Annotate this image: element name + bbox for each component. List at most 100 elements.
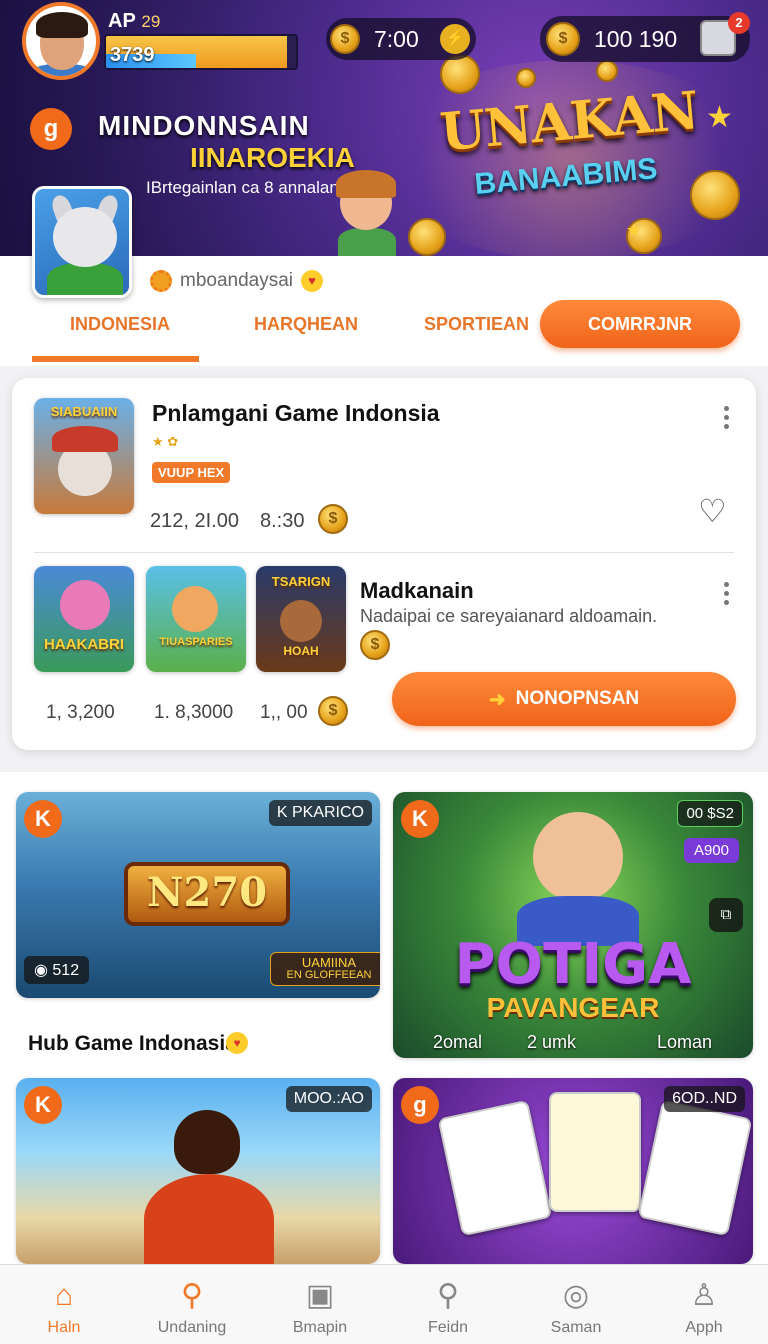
tile-chip: A900: [683, 838, 739, 863]
play-button-label: NONOPNSAN: [515, 688, 640, 709]
nav-label: Haln: [47, 1319, 81, 1336]
tile-character: [533, 812, 623, 902]
thumb-hat: [52, 426, 118, 452]
thumb-character: [60, 580, 110, 630]
profile-handle: mboandaysai: [180, 270, 294, 291]
boost-icon[interactable]: ⚡: [440, 24, 470, 54]
nav-item-home[interactable]: ⌂ Haln: [0, 1265, 128, 1344]
game-stat: 1, 3,200: [46, 702, 115, 723]
game-tile[interactable]: K 00 $S2 A900 ⧉ POTIGA PAVANGEAR 2omal 2…: [393, 792, 753, 1058]
profile-thumbnail[interactable]: [32, 186, 132, 298]
active-tab-indicator: [32, 356, 199, 362]
game-stat: 1. 8,3000: [154, 702, 234, 723]
game-tile[interactable]: g 6OD..ND: [393, 1078, 753, 1264]
coin-icon: $: [318, 504, 348, 534]
search-icon: ⚲: [181, 1279, 203, 1312]
coin-icon: $: [546, 22, 580, 56]
tile-big-subtitle: PAVANGEAR: [486, 992, 660, 1023]
decor-coin: [516, 68, 536, 88]
star-icon: ★: [626, 220, 643, 240]
game-thumbnail[interactable]: HAAKABRI: [34, 566, 134, 672]
thumb-character: [172, 586, 218, 632]
game-thumbnail[interactable]: TIUASPARIES: [146, 566, 246, 672]
thumb-label: TIUASPARIES: [159, 636, 233, 648]
game-tile[interactable]: K MOO.:AO: [16, 1078, 380, 1264]
bottom-navigation: ⌂ Haln ⚲ Undaning ▣ Bmapin ⚲ Feidn ◎ Sam…: [0, 1264, 768, 1344]
tab-harqhean[interactable]: HARQHEAN: [254, 314, 358, 335]
timer-pill[interactable]: $ 7:00 ⚡: [326, 18, 476, 60]
thumb-label: TSARIGN: [271, 574, 331, 589]
sun-icon: [150, 270, 172, 292]
nav-label: Saman: [550, 1319, 602, 1336]
tile-sub-line: UAMIINA: [301, 955, 357, 970]
xp-value: 3739: [110, 44, 155, 66]
brand-title: MINDONNSAIN: [98, 110, 310, 141]
tile-count-value: 512: [52, 962, 80, 979]
favorite-heart-icon[interactable]: ♡: [698, 495, 732, 527]
tab-indonesia[interactable]: INDONESIA: [70, 314, 170, 335]
tile-corner-tag: K PKARICO: [268, 800, 372, 826]
notification-badge: 2: [728, 12, 750, 34]
coin-icon: $: [330, 24, 360, 54]
home-icon: ⌂: [54, 1279, 74, 1312]
tile-character-hair: [174, 1110, 240, 1174]
nav-label: Bmapin: [292, 1319, 348, 1336]
decor-coin: [690, 170, 740, 220]
tile-stat: 2 umk: [527, 1032, 577, 1052]
chat-icon: ◎: [562, 1279, 590, 1312]
nav-item-feidn[interactable]: ⚲ Feidn: [384, 1265, 512, 1344]
game-thumbnail[interactable]: TSARIGN HOAH: [256, 566, 346, 672]
tab-sportiean[interactable]: SPORTIEAN: [424, 314, 529, 335]
tile-stat: 2omal: [433, 1032, 483, 1052]
tile-sub-line: EN GLOFFEEAN: [286, 969, 372, 981]
play-button[interactable]: ➜ NONOPNSAN: [392, 672, 736, 726]
tile-chip: 00 $S2: [677, 800, 743, 827]
tile-player-count: ◉ 512: [24, 956, 90, 984]
nav-label: Undaning: [157, 1319, 227, 1336]
player-level-label: AP: [108, 10, 136, 32]
coin-balance-value: 100 190: [594, 25, 678, 52]
game-thumbnail[interactable]: SIABUAIIN: [34, 398, 134, 514]
tile-sub-banner: UAMIINA EN GLOFFEEAN: [270, 952, 380, 986]
tile-corner-tag: 6OD..ND: [664, 1086, 745, 1112]
rating-stars: ★ ✿: [152, 434, 179, 449]
thumb-character: [280, 600, 322, 642]
nav-item-bmapin[interactable]: ▣ Bmapin: [256, 1265, 384, 1344]
featured-title[interactable]: Pnlamgani Game Indonsia: [152, 400, 440, 427]
coin-icon: $: [318, 696, 348, 726]
nav-label: Feidn: [427, 1319, 469, 1336]
second-game-title[interactable]: Madkanain: [360, 578, 474, 604]
thumb-label: HAAKABRI: [44, 636, 124, 653]
more-options-icon[interactable]: [724, 582, 730, 609]
player-avatar[interactable]: [22, 2, 100, 80]
game-tile[interactable]: K K PKARICO N270 ◉ 512 UAMIINA EN GLOFFE…: [16, 792, 380, 998]
brand-logo[interactable]: g: [30, 108, 72, 150]
mascot-body: [338, 228, 396, 256]
player-level-number: 29: [141, 12, 161, 31]
user-icon: ♙: [690, 1279, 718, 1312]
brand-description: IBrtegainlan ca 8 annalani: [146, 178, 343, 197]
nav-item-undaning[interactable]: ⚲ Undaning: [128, 1265, 256, 1344]
featured-tag: VUUP HEX: [152, 462, 231, 483]
heart-emoji-icon: ♥: [226, 1032, 248, 1054]
heart-emoji-icon: ♥: [301, 270, 324, 292]
mascot-kid-image: [330, 170, 404, 256]
nav-label: Apph: [685, 1319, 723, 1336]
nav-item-saman[interactable]: ◎ Saman: [512, 1265, 640, 1344]
player-level: AP 29: [108, 10, 160, 33]
playing-card: [549, 1092, 641, 1212]
decor-coin: [440, 54, 480, 94]
featured-time: 8.:30: [260, 510, 305, 532]
share-icon[interactable]: ⧉: [709, 898, 743, 932]
brand-badge: g: [401, 1086, 439, 1124]
search-icon: ⚲: [437, 1279, 459, 1312]
more-options-icon[interactable]: [724, 406, 730, 433]
camera-icon: ▣: [305, 1279, 335, 1312]
second-game-description: Nadaipai ce sareyaianard aldoamain.: [360, 606, 658, 626]
community-button[interactable]: COMRRJNR: [540, 300, 740, 348]
nav-item-apph[interactable]: ♙ Apph: [640, 1265, 768, 1344]
timer-value: 7:00: [374, 25, 419, 52]
tile-big-title: POTIGA: [454, 932, 692, 997]
xp-progress-bar: 3739: [104, 34, 298, 70]
arrow-right-icon: ➜: [488, 688, 506, 711]
